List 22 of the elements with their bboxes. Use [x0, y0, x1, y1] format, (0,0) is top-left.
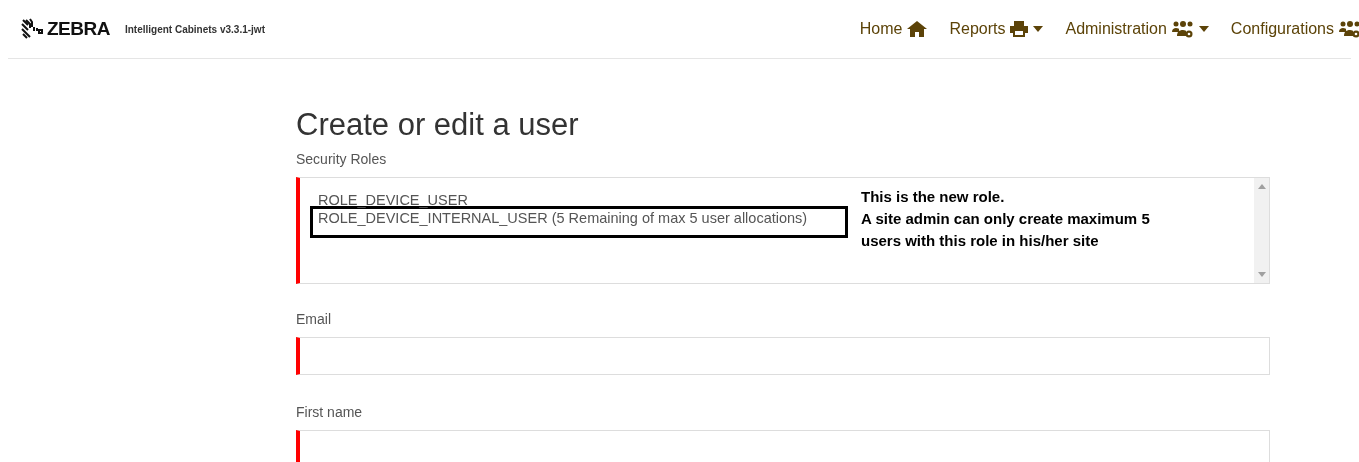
product-name: Intelligent Cabinets v3.3.1-jwt [124, 23, 265, 35]
nav-link[interactable]: Configurations [1230, 20, 1359, 38]
home-icon [907, 21, 928, 37]
page-title: Create or edit a user [296, 107, 580, 143]
zebra-logo-icon [21, 18, 43, 40]
field-label: First name [296, 404, 364, 420]
annotation-text: This is the new role. A site admin can only create maximum 5 users with this role in his/her site [860, 187, 1151, 251]
printer-icon [1010, 21, 1029, 37]
nav-link[interactable]: Reports [949, 20, 1044, 38]
input-field[interactable] [296, 430, 1270, 462]
input-field[interactable] [296, 337, 1270, 375]
role-option[interactable]: ROLE_DEVICE_INTERNAL_USER (5 Remaining of max 5 user allocations) [310, 206, 848, 238]
roles-listbox[interactable]: ROLE_DEVICE_USER ROLE_DEVICE_INTERNAL_USER (5 Remaining of max 5 user allocations) This is the new role. A site admin can only create maximum 5 users with this role in his/her site [296, 177, 1270, 284]
nav-link[interactable]: Home [859, 20, 928, 38]
scrollbar[interactable] [1254, 178, 1269, 283]
field-label: Security Roles [296, 151, 388, 167]
scroll-up-icon[interactable] [1257, 184, 1266, 189]
scroll-down-icon[interactable] [1257, 272, 1266, 277]
nav-link[interactable]: Administration [1065, 20, 1209, 38]
field-label: Email [296, 311, 332, 327]
users-gear-icon [1171, 20, 1194, 38]
brand-logo: ZEBRA [47, 18, 110, 40]
